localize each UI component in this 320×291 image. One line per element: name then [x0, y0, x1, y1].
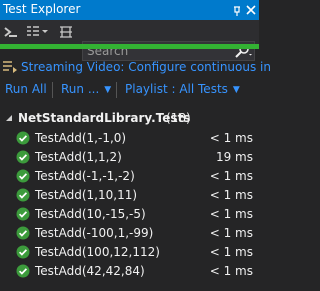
passed-icon [16, 207, 30, 224]
progress-fill [0, 44, 259, 49]
passed-icon [16, 169, 30, 186]
passed-icon [16, 150, 30, 167]
test-duration: < 1 ms [209, 226, 253, 240]
playlist-button[interactable]: Playlist : All Tests ▼ [125, 82, 240, 96]
test-name: TestAdd(-1,-1,-2) [35, 169, 135, 183]
passed-icon [16, 226, 30, 243]
playlist-notification[interactable]: Streaming Video: Configure continuous in [0, 57, 271, 77]
pin-icon[interactable] [230, 0, 244, 20]
test-row[interactable]: TestAdd(42,42,84) < 1 ms [0, 261, 259, 281]
test-name: TestAdd(10,-15,-5) [35, 207, 146, 221]
test-duration: < 1 ms [209, 245, 253, 259]
playlist-label: Playlist : All Tests [125, 82, 228, 96]
passed-icon [16, 188, 30, 205]
test-row[interactable]: TestAdd(100,12,112) < 1 ms [0, 242, 259, 262]
toolbar [0, 20, 259, 61]
separator [52, 82, 53, 98]
test-name: TestAdd(42,42,84) [35, 264, 145, 278]
separator [116, 82, 117, 98]
group-name: NetStandardLibrary.Tests [18, 111, 191, 125]
test-name: TestAdd(1,10,11) [35, 188, 138, 202]
test-row[interactable]: TestAdd(1,1,2) 19 ms [0, 147, 259, 167]
group-by-icon[interactable] [26, 20, 40, 44]
run-menu-button[interactable]: Run ... ▼ [61, 82, 111, 96]
test-row[interactable]: TestAdd(-100,1,-99) < 1 ms [0, 223, 259, 243]
close-icon[interactable] [244, 0, 258, 20]
window-title: Test Explorer [3, 2, 81, 16]
test-duration: < 1 ms [209, 131, 253, 145]
group-count: (18) [166, 111, 191, 125]
test-name: TestAdd(100,12,112) [35, 245, 160, 259]
test-group[interactable]: NetStandardLibrary.Tests (18) [0, 108, 259, 128]
passed-icon [16, 131, 30, 148]
test-duration: < 1 ms [209, 188, 253, 202]
playlist-icon [3, 61, 17, 76]
playlist-notification-text[interactable]: Streaming Video: Configure continuous in [21, 60, 271, 74]
run-icon[interactable] [3, 20, 19, 44]
test-actions: Run All Run ... ▼ Playlist : All Tests ▼ [0, 80, 259, 100]
dropdown-icon[interactable] [41, 20, 49, 44]
expander-icon[interactable] [4, 112, 14, 126]
test-name: TestAdd(1,1,2) [35, 150, 122, 164]
test-name: TestAdd(-100,1,-99) [35, 226, 154, 240]
chevron-down-icon: ▼ [104, 85, 112, 95]
test-row[interactable]: TestAdd(1,-1,0) < 1 ms [0, 128, 259, 148]
passed-icon [16, 245, 30, 262]
test-duration: < 1 ms [209, 264, 253, 278]
test-progress-bar [0, 44, 259, 49]
passed-icon [16, 264, 30, 281]
test-row[interactable]: TestAdd(10,-15,-5) < 1 ms [0, 204, 259, 224]
title-bar: Test Explorer [0, 0, 259, 20]
settings-icon[interactable] [58, 20, 74, 44]
test-duration: < 1 ms [209, 207, 253, 221]
chevron-down-icon: ▼ [232, 85, 240, 95]
test-duration: < 1 ms [209, 169, 253, 183]
test-row[interactable]: TestAdd(1,10,11) < 1 ms [0, 185, 259, 205]
test-name: TestAdd(1,-1,0) [35, 131, 127, 145]
test-row[interactable]: TestAdd(-1,-1,-2) < 1 ms [0, 166, 259, 186]
run-all-button[interactable]: Run All [5, 82, 47, 96]
run-menu-label: Run ... [61, 82, 100, 96]
test-duration: 19 ms [215, 150, 253, 164]
